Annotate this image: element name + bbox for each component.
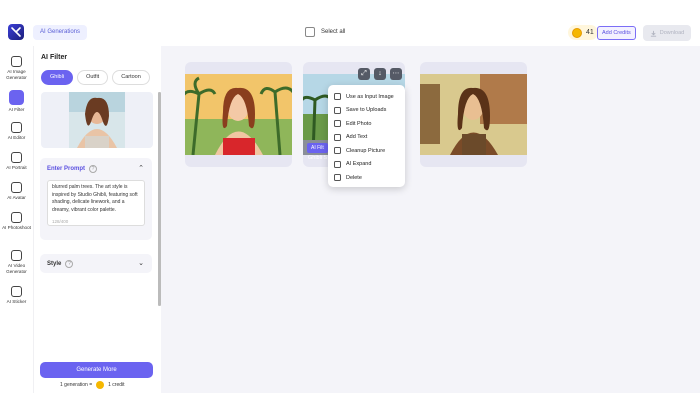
style-section[interactable]: Style ? ⌄ xyxy=(40,254,152,273)
menu-item-label: Edit Photo xyxy=(346,120,372,127)
style-header: Style ? xyxy=(47,260,74,268)
rail-item-label: AI Image Generator xyxy=(6,69,27,80)
generated-image xyxy=(420,74,527,155)
menu-item-edit-photo[interactable]: Edit Photo xyxy=(328,117,405,131)
image-icon xyxy=(11,56,22,67)
rail-item-label: AI Video Generator xyxy=(6,263,27,274)
menu-item-label: Add Text xyxy=(346,134,368,141)
chevron-up-icon[interactable]: ⌃ xyxy=(138,164,144,172)
menu-item-save-to-uploads[interactable]: Save to Uploads xyxy=(328,104,405,118)
generate-more-button[interactable]: Generate More xyxy=(40,362,153,378)
video-icon xyxy=(11,250,22,261)
credits-balance: 41 xyxy=(568,25,598,40)
download-icon[interactable]: ↓ xyxy=(374,68,386,80)
help-icon[interactable]: ? xyxy=(65,260,74,268)
select-all-checkbox[interactable] xyxy=(305,27,315,37)
image-input-icon xyxy=(334,93,341,101)
image-context-menu: Use as Input Image Save to Uploads Edit … xyxy=(328,85,405,187)
upload-icon xyxy=(334,106,341,114)
app-logo[interactable] xyxy=(8,24,24,40)
download-button[interactable]: Download xyxy=(643,25,691,41)
panel-title: AI Filter xyxy=(41,54,68,61)
rail-item-ai-video-generator[interactable]: AI Video Generator xyxy=(0,250,33,274)
coin-icon xyxy=(572,27,582,38)
editor-icon xyxy=(11,122,22,133)
cleanup-icon xyxy=(334,147,341,155)
menu-item-use-as-input[interactable]: Use as Input Image xyxy=(328,90,405,104)
rail-item-label: AI Portrait xyxy=(6,165,27,170)
rail-item-ai-sticker[interactable]: AI Sticker xyxy=(0,286,33,305)
rail-item-label: AI Filter xyxy=(8,107,25,112)
download-icon xyxy=(650,30,656,37)
camera-icon xyxy=(11,212,22,223)
add-credits-button[interactable]: Add Credits xyxy=(597,26,636,40)
rail-item-ai-filter[interactable]: AI Filter xyxy=(0,90,33,113)
help-icon[interactable]: ? xyxy=(89,165,98,173)
menu-item-ai-expand[interactable]: AI Expand xyxy=(328,158,405,172)
top-bar: AI Generations Select all 41 Add Credits… xyxy=(0,0,700,46)
menu-item-label: Delete xyxy=(346,174,362,181)
menu-item-label: Use as Input Image xyxy=(346,93,394,100)
menu-item-cleanup-picture[interactable]: Cleanup Picture xyxy=(328,144,405,158)
generated-image-card[interactable] xyxy=(420,62,527,167)
avatar-icon xyxy=(11,182,22,193)
prompt-section: Enter Prompt ? ⌃ blurred palm trees. The… xyxy=(40,158,152,240)
generation-info: 1 generation = xyxy=(60,382,93,388)
menu-item-delete[interactable]: Delete xyxy=(328,171,405,185)
expand-icon[interactable]: ⤢ xyxy=(358,68,370,80)
rail-item-ai-portrait[interactable]: AI Portrait xyxy=(0,152,33,171)
prompt-title: Enter Prompt xyxy=(47,166,86,172)
trash-icon xyxy=(334,174,341,182)
pill-ghibli[interactable]: Ghibli xyxy=(41,70,74,85)
coin-icon xyxy=(96,381,105,389)
generated-image-card[interactable] xyxy=(185,62,292,167)
rail-item-ai-avatar[interactable]: AI Avatar xyxy=(0,182,33,201)
style-pills: Ghibli Outfit Cartoon xyxy=(41,70,150,85)
rail-item-ai-image-generator[interactable]: AI Image Generator xyxy=(0,56,33,80)
rail-item-label: AI Sticker xyxy=(6,299,27,304)
rail-item-label: AI Editor xyxy=(7,135,26,140)
text-icon xyxy=(334,133,341,141)
select-all-label: Select all xyxy=(321,29,346,35)
rail-item-ai-photoshoot[interactable]: AI Photoshoot xyxy=(0,212,33,231)
credits-count: 41 xyxy=(586,29,594,36)
ai-filter-badge: AI Filt xyxy=(307,143,328,153)
rail-item-ai-editor[interactable]: AI Editor xyxy=(0,122,33,141)
rail-item-label: AI Avatar xyxy=(7,195,26,200)
select-all[interactable]: Select all xyxy=(305,27,345,37)
edit-icon xyxy=(334,120,341,128)
prompt-char-count: 128/400 xyxy=(52,219,69,224)
download-label: Download xyxy=(659,30,685,36)
expand-icon xyxy=(334,160,341,168)
generated-image xyxy=(185,74,292,155)
portrait-icon xyxy=(11,152,22,163)
prompt-header[interactable]: Enter Prompt ? xyxy=(47,165,98,173)
card-style-label: Ghibli S xyxy=(308,155,328,161)
tool-rail: AI Image Generator AI Filter AI Editor A… xyxy=(0,46,33,393)
menu-item-label: Cleanup Picture xyxy=(346,147,386,154)
generation-cost: 1 generation = 1 credit xyxy=(60,381,125,389)
credit-info: 1 credit xyxy=(108,382,125,388)
menu-item-label: Save to Uploads xyxy=(346,107,387,114)
sticker-icon xyxy=(11,286,22,297)
tab-ai-generations[interactable]: AI Generations xyxy=(33,25,88,40)
chevron-down-icon[interactable]: ⌄ xyxy=(138,259,144,267)
card-actions: ⤢ ↓ ⋯ xyxy=(358,68,402,80)
filter-icon xyxy=(9,90,24,105)
more-icon[interactable]: ⋯ xyxy=(390,68,402,80)
input-image-preview xyxy=(41,92,153,148)
rail-item-label: AI Photoshoot xyxy=(2,225,31,230)
pill-outfit[interactable]: Outfit xyxy=(77,70,109,85)
menu-item-add-text[interactable]: Add Text xyxy=(328,131,405,145)
style-title: Style xyxy=(47,261,62,267)
menu-item-label: AI Expand xyxy=(346,161,372,168)
pill-cartoon[interactable]: Cartoon xyxy=(112,70,150,85)
